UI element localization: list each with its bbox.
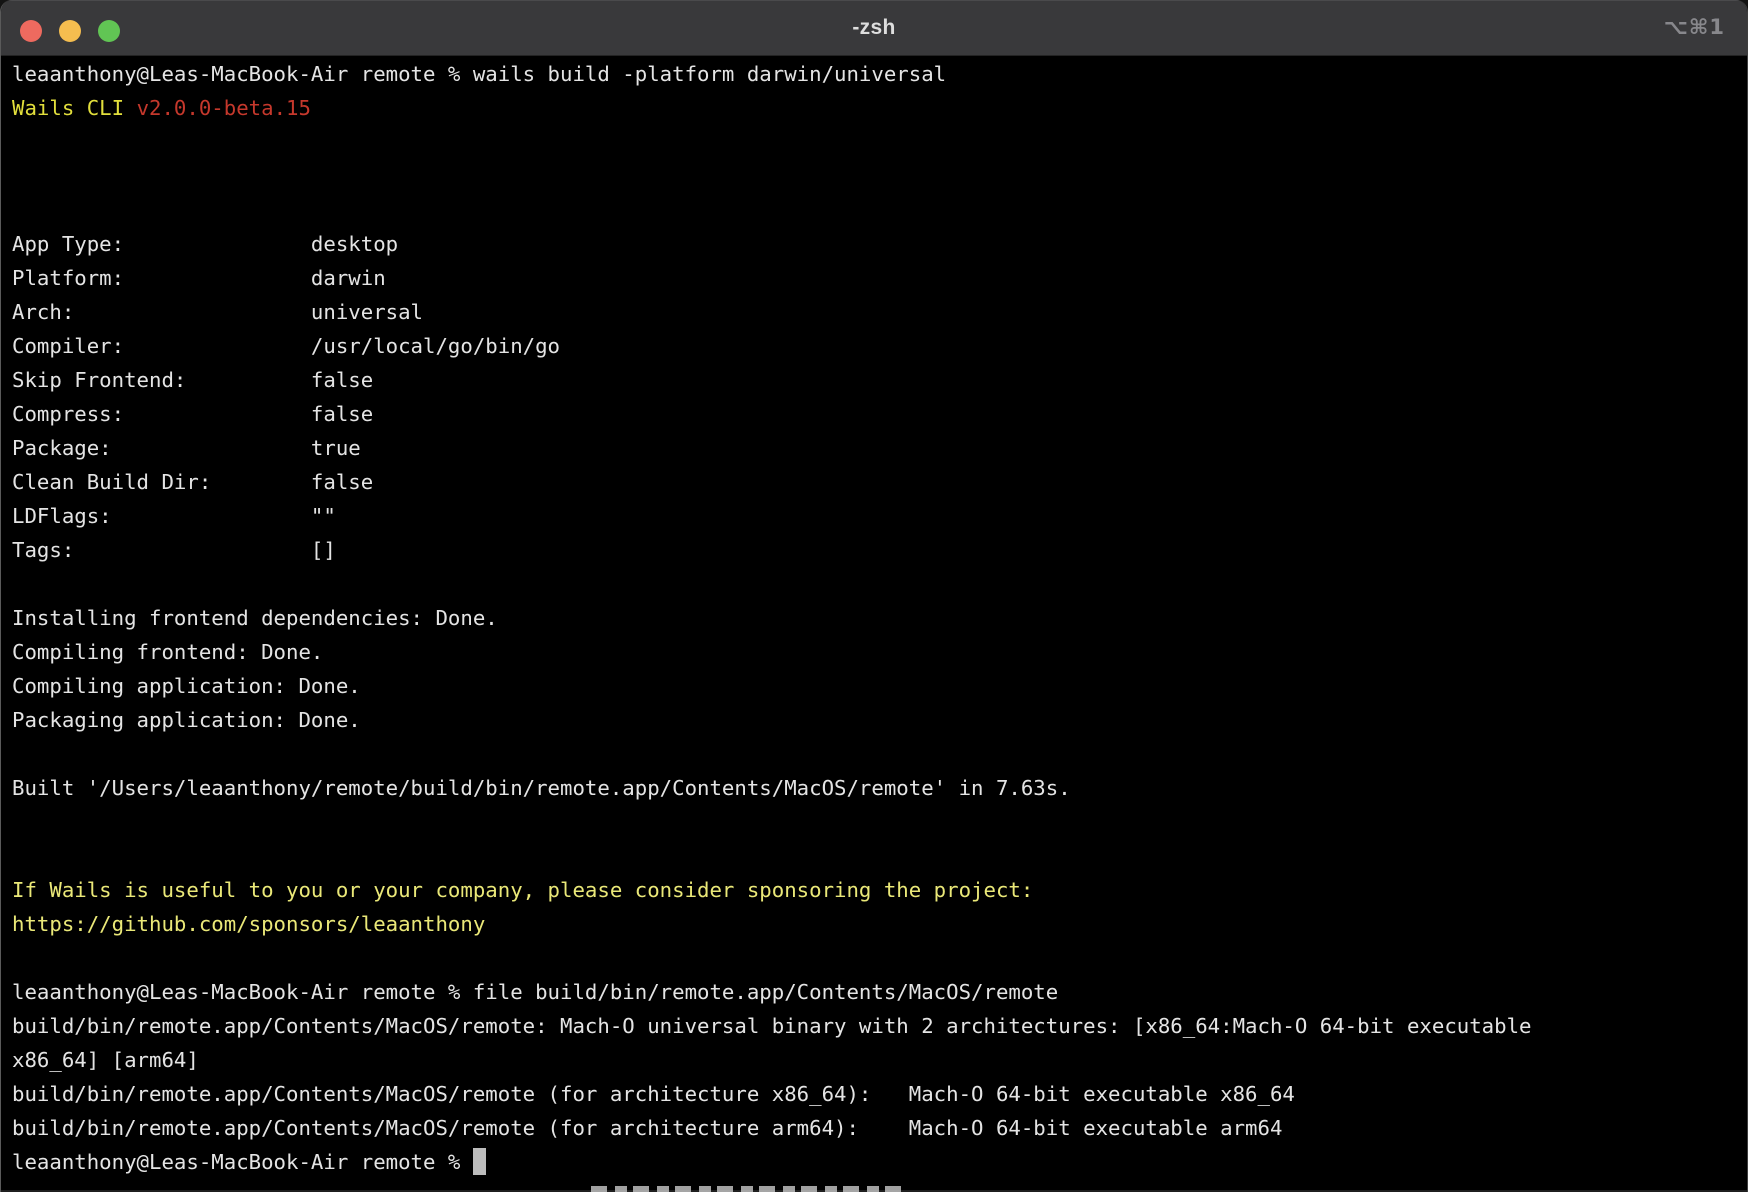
terminal-line: Clean Build Dir: false (12, 465, 1747, 499)
wails-cli-label: Wails CLI (12, 96, 137, 120)
compress-row: Compress: false (12, 402, 373, 426)
terminal-window: -zsh ⌥⌘1 leaanthony@Leas-MacBook-Air rem… (0, 0, 1748, 1192)
terminal-line (12, 159, 1747, 193)
file-output-x86: build/bin/remote.app/Contents/MacOS/remo… (12, 1082, 1295, 1106)
terminal-line: Compiling frontend: Done. (12, 635, 1747, 669)
terminal-line: LDFlags: "" (12, 499, 1747, 533)
install-deps-status: Installing frontend dependencies: Done. (12, 606, 498, 630)
command-line-1: leaanthony@Leas-MacBook-Air remote % wai… (12, 62, 946, 86)
terminal-line: build/bin/remote.app/Contents/MacOS/remo… (12, 1009, 1747, 1043)
platform-row: Platform: darwin (12, 266, 386, 290)
terminal-line (12, 567, 1747, 601)
zoom-button[interactable] (98, 20, 120, 42)
terminal-line: Arch: universal (12, 295, 1747, 329)
clipped-next-line-fragments (591, 1186, 909, 1192)
terminal-line: leaanthony@Leas-MacBook-Air remote % fil… (12, 975, 1747, 1009)
compile-frontend-status: Compiling frontend: Done. (12, 640, 323, 664)
clean-build-dir-row: Clean Build Dir: false (12, 470, 373, 494)
terminal-line (12, 941, 1747, 975)
close-button[interactable] (20, 20, 42, 42)
file-output-1-wrap: x86_64] [arm64] (12, 1048, 199, 1072)
terminal-line: Platform: darwin (12, 261, 1747, 295)
terminal-line (12, 737, 1747, 771)
terminal-line (12, 193, 1747, 227)
terminal-line: Compress: false (12, 397, 1747, 431)
packaging-status: Packaging application: Done. (12, 708, 361, 732)
active-prompt: leaanthony@Leas-MacBook-Air remote % (12, 1150, 473, 1174)
arch-row: Arch: universal (12, 300, 423, 324)
text-cursor (473, 1148, 486, 1175)
ldflags-row: LDFlags: "" (12, 504, 336, 528)
terminal-line: App Type: desktop (12, 227, 1747, 261)
command-line-2: leaanthony@Leas-MacBook-Air remote % fil… (12, 980, 1058, 1004)
terminal-line: Compiling application: Done. (12, 669, 1747, 703)
terminal-line: x86_64] [arm64] (12, 1043, 1747, 1077)
file-output-arm64: build/bin/remote.app/Contents/MacOS/remo… (12, 1116, 1282, 1140)
terminal-line: Compiler: /usr/local/go/bin/go (12, 329, 1747, 363)
app-type-row: App Type: desktop (12, 232, 398, 256)
package-row: Package: true (12, 436, 361, 460)
skip-frontend-row: Skip Frontend: false (12, 368, 373, 392)
compiler-row: Compiler: /usr/local/go/bin/go (12, 334, 560, 358)
terminal-line: Wails CLI v2.0.0-beta.15 (12, 91, 1747, 125)
built-result: Built '/Users/leaanthony/remote/build/bi… (12, 776, 1071, 800)
titlebar[interactable]: -zsh ⌥⌘1 (1, 0, 1747, 56)
terminal-line: Package: true (12, 431, 1747, 465)
terminal-line: Installing frontend dependencies: Done. (12, 601, 1747, 635)
terminal-line: https://github.com/sponsors/leaanthony (12, 907, 1747, 941)
terminal-screen[interactable]: leaanthony@Leas-MacBook-Air remote % wai… (1, 56, 1747, 1179)
terminal-line (12, 805, 1747, 839)
sponsor-message: If Wails is useful to you or your compan… (12, 878, 1033, 902)
window-title: -zsh (852, 16, 895, 40)
wails-version: v2.0.0-beta.15 (137, 96, 311, 120)
minimize-button[interactable] (59, 20, 81, 42)
terminal-line: Packaging application: Done. (12, 703, 1747, 737)
terminal-line (12, 125, 1747, 159)
terminal-line: build/bin/remote.app/Contents/MacOS/remo… (12, 1111, 1747, 1145)
terminal-line: If Wails is useful to you or your compan… (12, 873, 1747, 907)
terminal-line (12, 839, 1747, 873)
compile-app-status: Compiling application: Done. (12, 674, 361, 698)
terminal-line: build/bin/remote.app/Contents/MacOS/remo… (12, 1077, 1747, 1111)
file-output-1: build/bin/remote.app/Contents/MacOS/remo… (12, 1014, 1532, 1038)
window-shortcut-badge: ⌥⌘1 (1664, 15, 1725, 39)
terminal-line: Tags: [] (12, 533, 1747, 567)
traffic-lights (20, 20, 120, 42)
terminal-line: leaanthony@Leas-MacBook-Air remote % (12, 1145, 1747, 1179)
terminal-line: Built '/Users/leaanthony/remote/build/bi… (12, 771, 1747, 805)
sponsor-url[interactable]: https://github.com/sponsors/leaanthony (12, 912, 485, 936)
terminal-line: Skip Frontend: false (12, 363, 1747, 397)
terminal-line: leaanthony@Leas-MacBook-Air remote % wai… (12, 57, 1747, 91)
tags-row: Tags: [] (12, 538, 336, 562)
